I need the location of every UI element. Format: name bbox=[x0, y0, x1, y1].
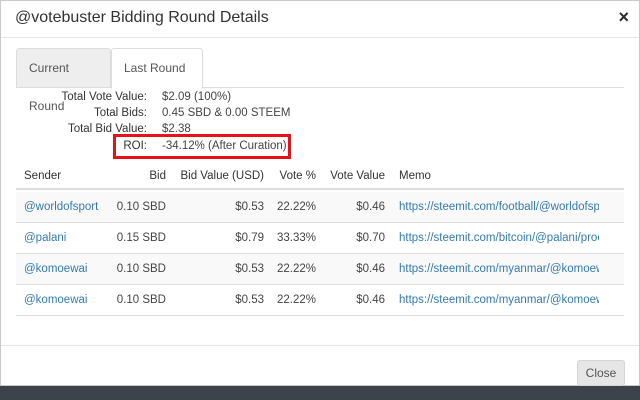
memo-link[interactable]: https://steemit.com/football/@worldofspo… bbox=[399, 201, 599, 213]
vote-value-cell: $0.46 bbox=[356, 263, 385, 275]
modal-footer: Close bbox=[1, 345, 639, 387]
roi-highlight-box bbox=[113, 134, 291, 159]
background-page-strip bbox=[0, 386, 640, 400]
bid-value-cell: $0.53 bbox=[235, 201, 264, 213]
summary-total-vote-value: Total Vote Value: $2.09 (100%) bbox=[1, 91, 640, 107]
summary-total-bids: Total Bids: 0.45 SBD & 0.00 STEEM bbox=[1, 107, 640, 123]
memo-link[interactable]: https://steemit.com/bitcoin/@palani/proc bbox=[399, 232, 599, 244]
summary-label: Total Bids: bbox=[93, 107, 147, 119]
memo-link[interactable]: https://steemit.com/myanmar/@komoewai bbox=[399, 263, 599, 275]
bid-cell: 0.10 SBD bbox=[116, 294, 166, 306]
summary-value: $2.09 (100%) bbox=[162, 91, 232, 103]
column-header-vote-pct: Vote % bbox=[279, 170, 316, 182]
tab-current-round[interactable]: Current Round bbox=[16, 48, 111, 113]
bid-cell: 0.15 SBD bbox=[116, 232, 166, 244]
table-row: @komoewai 0.10 SBD $0.53 22.22% $0.46 ht… bbox=[16, 254, 624, 285]
column-header-bid: Bid bbox=[149, 170, 166, 182]
bids-table-header: Sender Bid Bid Value (USD) Vote % Vote V… bbox=[16, 164, 624, 190]
bid-cell: 0.10 SBD bbox=[116, 263, 166, 275]
modal-header: @votebuster Bidding Round Details × bbox=[1, 1, 639, 38]
table-row: @komoewai 0.10 SBD $0.53 22.22% $0.46 ht… bbox=[16, 285, 624, 316]
round-tabs: Current Round Last Round bbox=[16, 48, 624, 113]
column-header-bid-value: Bid Value (USD) bbox=[180, 170, 264, 182]
close-icon[interactable]: × bbox=[618, 8, 629, 26]
vote-pct-cell: 22.22% bbox=[276, 294, 316, 306]
summary-roi: ROI: -34.12% (After Curation) bbox=[1, 140, 640, 156]
vote-value-cell: $0.46 bbox=[356, 294, 385, 306]
memo-link[interactable]: https://steemit.com/myanmar/@komoewai bbox=[399, 294, 599, 306]
modal-title: @votebuster Bidding Round Details bbox=[15, 9, 269, 26]
bidding-round-modal: @votebuster Bidding Round Details × Curr… bbox=[0, 0, 640, 386]
vote-pct-cell: 22.22% bbox=[276, 263, 316, 275]
table-row: @worldofsport 0.10 SBD $0.53 22.22% $0.4… bbox=[16, 192, 624, 223]
vote-value-cell: $0.46 bbox=[356, 201, 385, 213]
column-header-vote-value: Vote Value bbox=[330, 170, 385, 182]
close-button[interactable]: Close bbox=[577, 360, 625, 386]
bid-value-cell: $0.53 bbox=[235, 294, 264, 306]
summary-total-bid-value: Total Bid Value: $2.38 bbox=[1, 123, 640, 139]
column-header-memo: Memo bbox=[399, 170, 431, 182]
table-row: @palani 0.15 SBD $0.79 33.33% $0.70 http… bbox=[16, 223, 624, 254]
summary-value: 0.45 SBD & 0.00 STEEM bbox=[162, 107, 291, 119]
vote-pct-cell: 33.33% bbox=[276, 232, 316, 244]
tab-last-round[interactable]: Last Round bbox=[111, 48, 203, 89]
vote-pct-cell: 22.22% bbox=[276, 201, 316, 213]
bid-value-cell: $0.79 bbox=[235, 232, 264, 244]
bid-cell: 0.10 SBD bbox=[116, 201, 166, 213]
vote-value-cell: $0.70 bbox=[356, 232, 385, 244]
summary-label: Total Vote Value: bbox=[61, 91, 147, 103]
bid-value-cell: $0.53 bbox=[235, 263, 264, 275]
